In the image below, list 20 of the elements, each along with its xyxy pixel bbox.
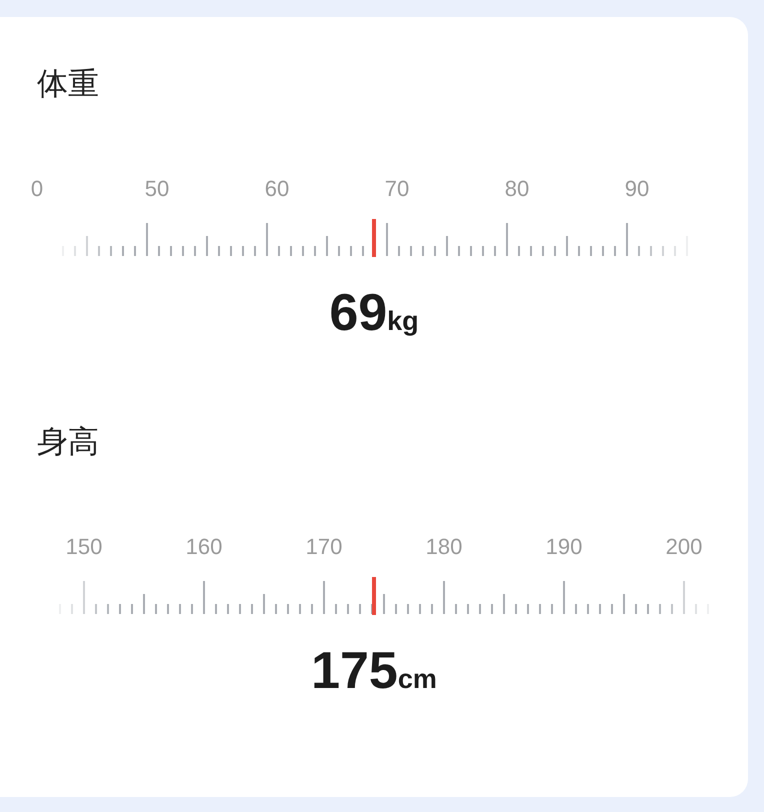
scale-label: 0	[30, 176, 44, 201]
scale-label: 80	[504, 176, 530, 201]
scale-label: 150	[66, 534, 102, 559]
scale-label: 60	[264, 176, 290, 201]
scale-label: 200	[666, 534, 702, 559]
scale-label: 170	[306, 534, 342, 559]
scale-label: 70	[384, 176, 410, 201]
scale-label: 50	[144, 176, 170, 201]
section-title: 体重	[37, 65, 99, 103]
value-number: 69	[329, 283, 388, 343]
unit-label: kg	[387, 306, 419, 337]
ruler-ticks[interactable]	[59, 581, 709, 614]
section-title: 身高	[37, 423, 99, 461]
scale-label: 180	[426, 534, 462, 559]
scale-label: 190	[546, 534, 582, 559]
unit-label: cm	[398, 664, 437, 695]
scale-label: 160	[186, 534, 222, 559]
ruler-ticks[interactable]	[62, 223, 688, 256]
value-number: 175	[311, 641, 398, 701]
scale-label: 90	[624, 176, 650, 201]
